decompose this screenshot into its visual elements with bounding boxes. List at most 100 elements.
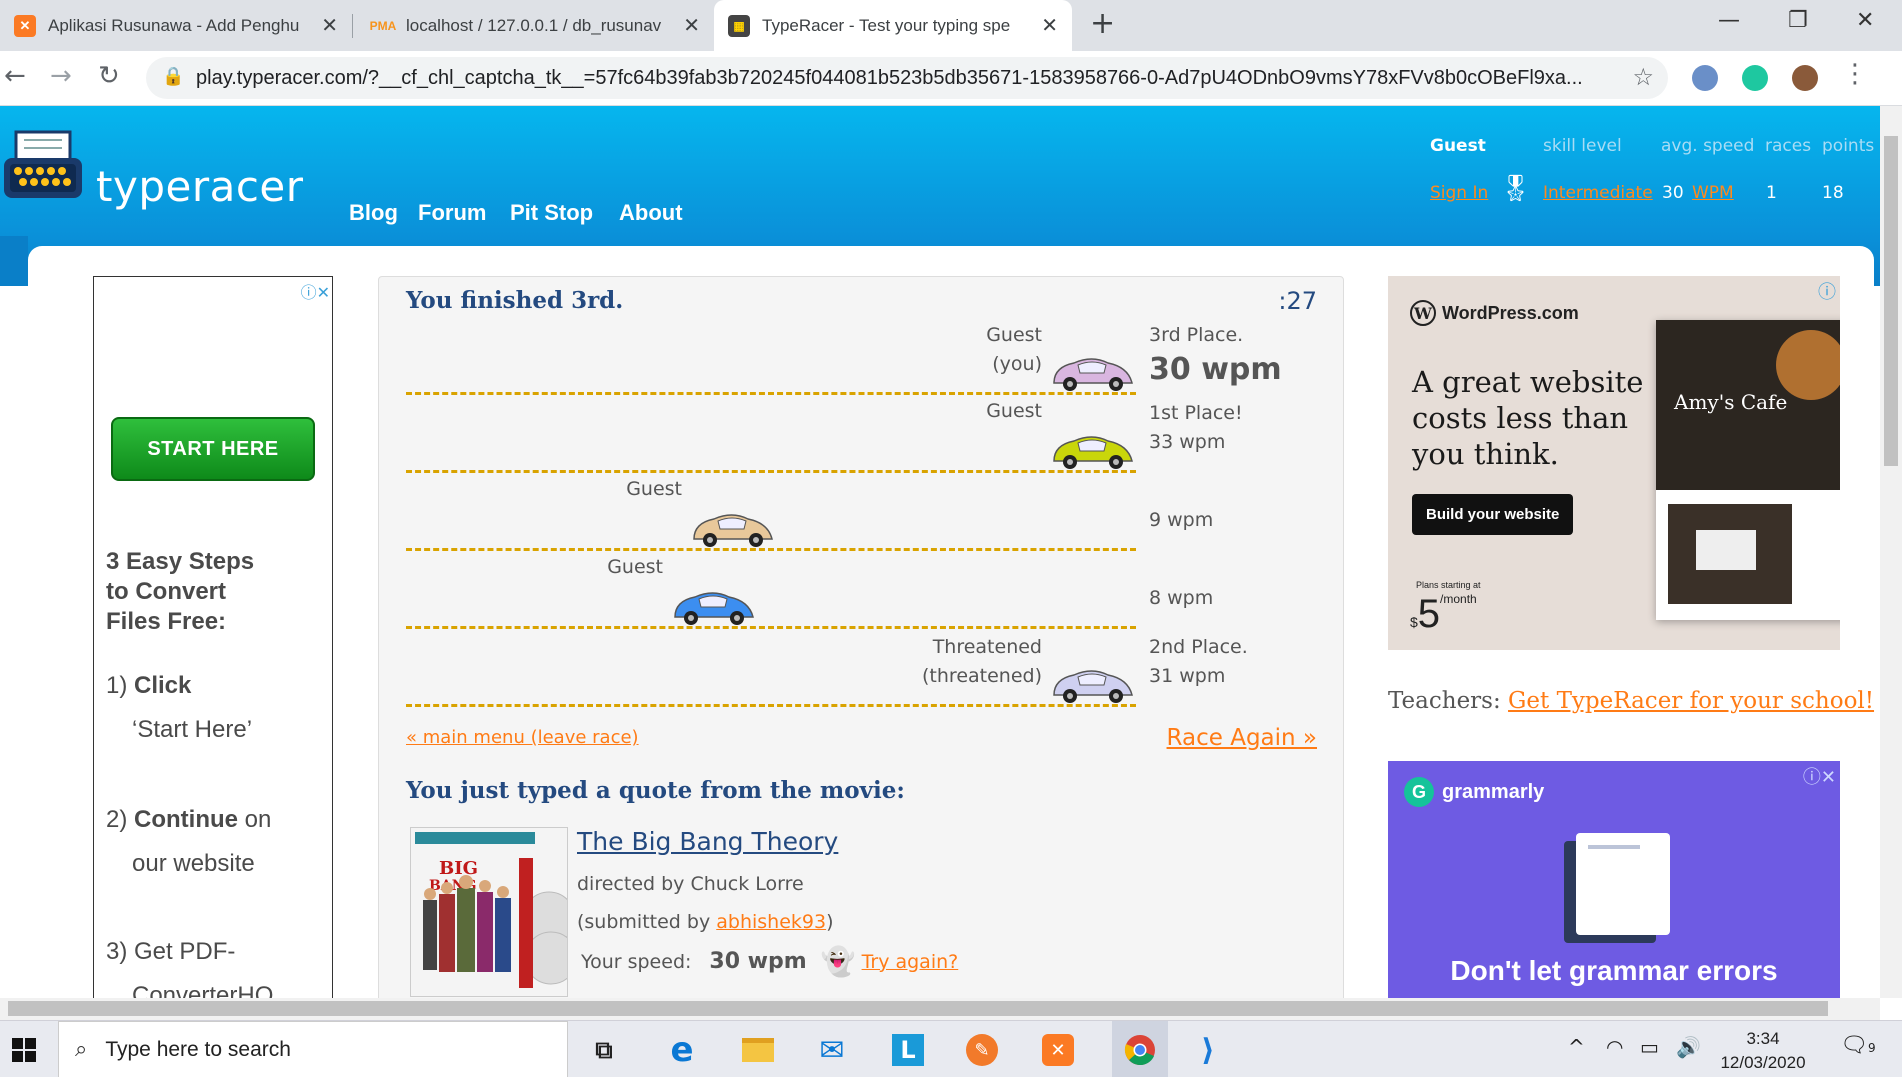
xampp-taskbar-icon[interactable]: ✕	[1038, 1031, 1078, 1069]
skill-level-header: skill level	[1543, 136, 1622, 156]
ad-left-pdf[interactable]: ⓘ✕ START HERE 3 Easy Steps to Convert Fi…	[93, 276, 333, 998]
player-name: Guest (you)	[986, 324, 1042, 375]
teachers-label: Teachers	[1388, 688, 1493, 714]
race-car-icon	[1053, 358, 1133, 391]
nav-pit-stop[interactable]: Pit Stop	[510, 200, 593, 226]
vscode-icon[interactable]: ⟩	[1188, 1031, 1228, 1069]
nav-forum[interactable]: Forum	[418, 200, 486, 226]
battery-icon[interactable]: ▭	[1640, 1035, 1659, 1059]
race-lane: Guest	[406, 395, 1136, 473]
skill-level-link[interactable]: Intermediate	[1543, 183, 1653, 203]
teachers-promo: Teachers: Get TypeRacer for your school!	[1388, 688, 1875, 714]
network-icon[interactable]: ◠	[1606, 1035, 1623, 1059]
bookmark-star-icon[interactable]: ☆	[1632, 63, 1654, 91]
new-tab-icon[interactable]: +	[1090, 6, 1115, 41]
try-again-link[interactable]: Try again?	[862, 951, 959, 973]
build-website-button[interactable]: Build your website	[1412, 494, 1574, 535]
tab-rusunawa[interactable]: ✕ Aplikasi Rusunawa - Add Penghu ✕	[0, 0, 352, 51]
launcher-l-icon[interactable]: L	[888, 1031, 928, 1069]
movie-title-link[interactable]: The Big Bang Theory	[577, 827, 838, 856]
tab-phpmyadmin[interactable]: PMA localhost / 127.0.0.1 / db_rusunav ✕	[358, 0, 714, 51]
tray-expand-icon[interactable]: ^	[1568, 1035, 1585, 1059]
finish-message: You finished 3rd.	[406, 287, 624, 314]
phpmyadmin-icon: PMA	[369, 18, 397, 33]
player-rank: 2nd Place. 31 wpm	[1149, 636, 1248, 687]
mail-icon[interactable]: ✉	[812, 1031, 852, 1069]
edge-icon[interactable]: e	[662, 1030, 702, 1070]
close-icon[interactable]: ✕	[321, 13, 338, 38]
ad-wordpress[interactable]: ⓘ W WordPress.com A great website costs …	[1388, 276, 1840, 650]
tab-typeracer[interactable]: ▦ TypeRacer - Test your typing spe ✕	[714, 0, 1072, 51]
ad-start-here-button[interactable]: START HERE	[111, 417, 315, 481]
player-name: Guest	[626, 478, 682, 500]
ad-step-3-detail: ConverterHQ	[132, 982, 274, 998]
ad-step-3: 3) Get PDF-	[106, 938, 236, 965]
taskbar-clock[interactable]: 3:34 12/03/2020	[1718, 1027, 1808, 1075]
site-logo-text[interactable]: typeracer	[96, 162, 304, 211]
nav-blog[interactable]: Blog	[349, 200, 398, 226]
chrome-taskbar-icon[interactable]	[1112, 1021, 1168, 1077]
clock-time: 3:34	[1746, 1029, 1780, 1048]
submitter-link[interactable]: abhishek93	[716, 911, 826, 933]
browser-toolbar: ← → ↻ 🔒 play.typeracer.com/?__cf_chl_cap…	[0, 51, 1902, 106]
your-speed-value: 30 wpm	[709, 949, 807, 974]
vertical-scrollbar[interactable]	[1880, 106, 1902, 998]
back-icon[interactable]: ←	[4, 61, 26, 91]
typewriter-logo-icon	[4, 130, 82, 198]
windows-start-icon[interactable]	[4, 1031, 44, 1069]
player-name: Guest	[986, 400, 1042, 422]
task-view-icon[interactable]: ⧉	[584, 1031, 624, 1069]
wordpress-headline: A great website costs less than you thin…	[1412, 365, 1644, 471]
ghost-icon[interactable]: 👻	[821, 945, 856, 978]
ad-choices-icon[interactable]: ⓘ✕	[301, 279, 330, 303]
race-lane: Guest (you)	[406, 317, 1136, 395]
ad-grammarly[interactable]: ⓘ✕ G grammarly Don't let grammar errors	[1388, 761, 1840, 998]
ad-step-2-detail: our website	[132, 850, 255, 877]
player-name: Guest	[607, 556, 663, 578]
main-menu-link[interactable]: « main menu (leave race)	[406, 727, 639, 748]
player-rank: 3rd Place. 30 wpm	[1149, 324, 1282, 387]
skill-badge-icon: 🎖	[1499, 174, 1533, 204]
nav-about[interactable]: About	[619, 200, 683, 226]
race-again-link[interactable]: Race Again »	[1167, 725, 1317, 751]
avg-speed-value: 30	[1662, 183, 1684, 203]
svg-text:BIG: BIG	[439, 858, 478, 879]
profile-avatar[interactable]	[1792, 65, 1818, 91]
minimize-icon[interactable]: —	[1718, 8, 1740, 33]
close-icon[interactable]: ✕	[1041, 13, 1058, 38]
ad-step-1: 1) Click	[106, 672, 192, 699]
wpm-link[interactable]: WPM	[1692, 183, 1734, 203]
address-bar[interactable]: 🔒 play.typeracer.com/?__cf_chl_captcha_t…	[146, 57, 1668, 99]
races-value: 1	[1766, 183, 1777, 203]
menu-kebab-icon[interactable]: ⋮	[1842, 59, 1868, 89]
your-speed-row: Your speed: 30 wpm 👻 Try again?	[581, 945, 958, 978]
extension-m-icon[interactable]	[1742, 65, 1768, 91]
ad-choices-icon[interactable]: ⓘ	[1818, 278, 1836, 304]
horizontal-scrollbar[interactable]	[0, 998, 1880, 1020]
submitted-by: (submitted by abhishek93)	[577, 911, 834, 933]
race-car-icon	[674, 592, 754, 625]
player-rank: 1st Place! 33 wpm	[1149, 402, 1243, 453]
close-window-icon[interactable]: ✕	[1856, 8, 1874, 33]
race-lane: Threatened (threatened)	[406, 629, 1136, 707]
document-illustration	[1576, 833, 1670, 935]
race-lane: Guest	[406, 473, 1136, 551]
sublime-icon[interactable]: ✎	[962, 1031, 1002, 1069]
restore-icon[interactable]: ❐	[1788, 8, 1808, 33]
sign-in-link[interactable]: Sign In	[1430, 183, 1488, 203]
url-text[interactable]: play.typeracer.com/?__cf_chl_captcha_tk_…	[196, 67, 1583, 90]
forward-icon[interactable]: →	[50, 61, 72, 91]
file-explorer-icon[interactable]	[738, 1031, 778, 1069]
points-value: 18	[1822, 183, 1844, 203]
close-icon[interactable]: ✕	[683, 13, 700, 38]
teachers-link[interactable]: Get TypeRacer for your school!	[1508, 688, 1874, 714]
notifications-icon[interactable]: 🗨9	[1840, 1033, 1876, 1058]
ad-step-1-detail: ‘Start Here’	[132, 716, 253, 743]
reload-icon[interactable]: ↻	[98, 61, 120, 91]
wordpress-brand: W WordPress.com	[1410, 300, 1579, 326]
taskbar-search[interactable]: ⌕ Type here to search	[58, 1021, 568, 1077]
volume-icon[interactable]: 🔊	[1676, 1035, 1701, 1059]
ad-choices-icon[interactable]: ⓘ✕	[1803, 763, 1836, 789]
movie-poster[interactable]: BIG BANG	[410, 827, 568, 997]
extension-icon[interactable]	[1692, 65, 1718, 91]
